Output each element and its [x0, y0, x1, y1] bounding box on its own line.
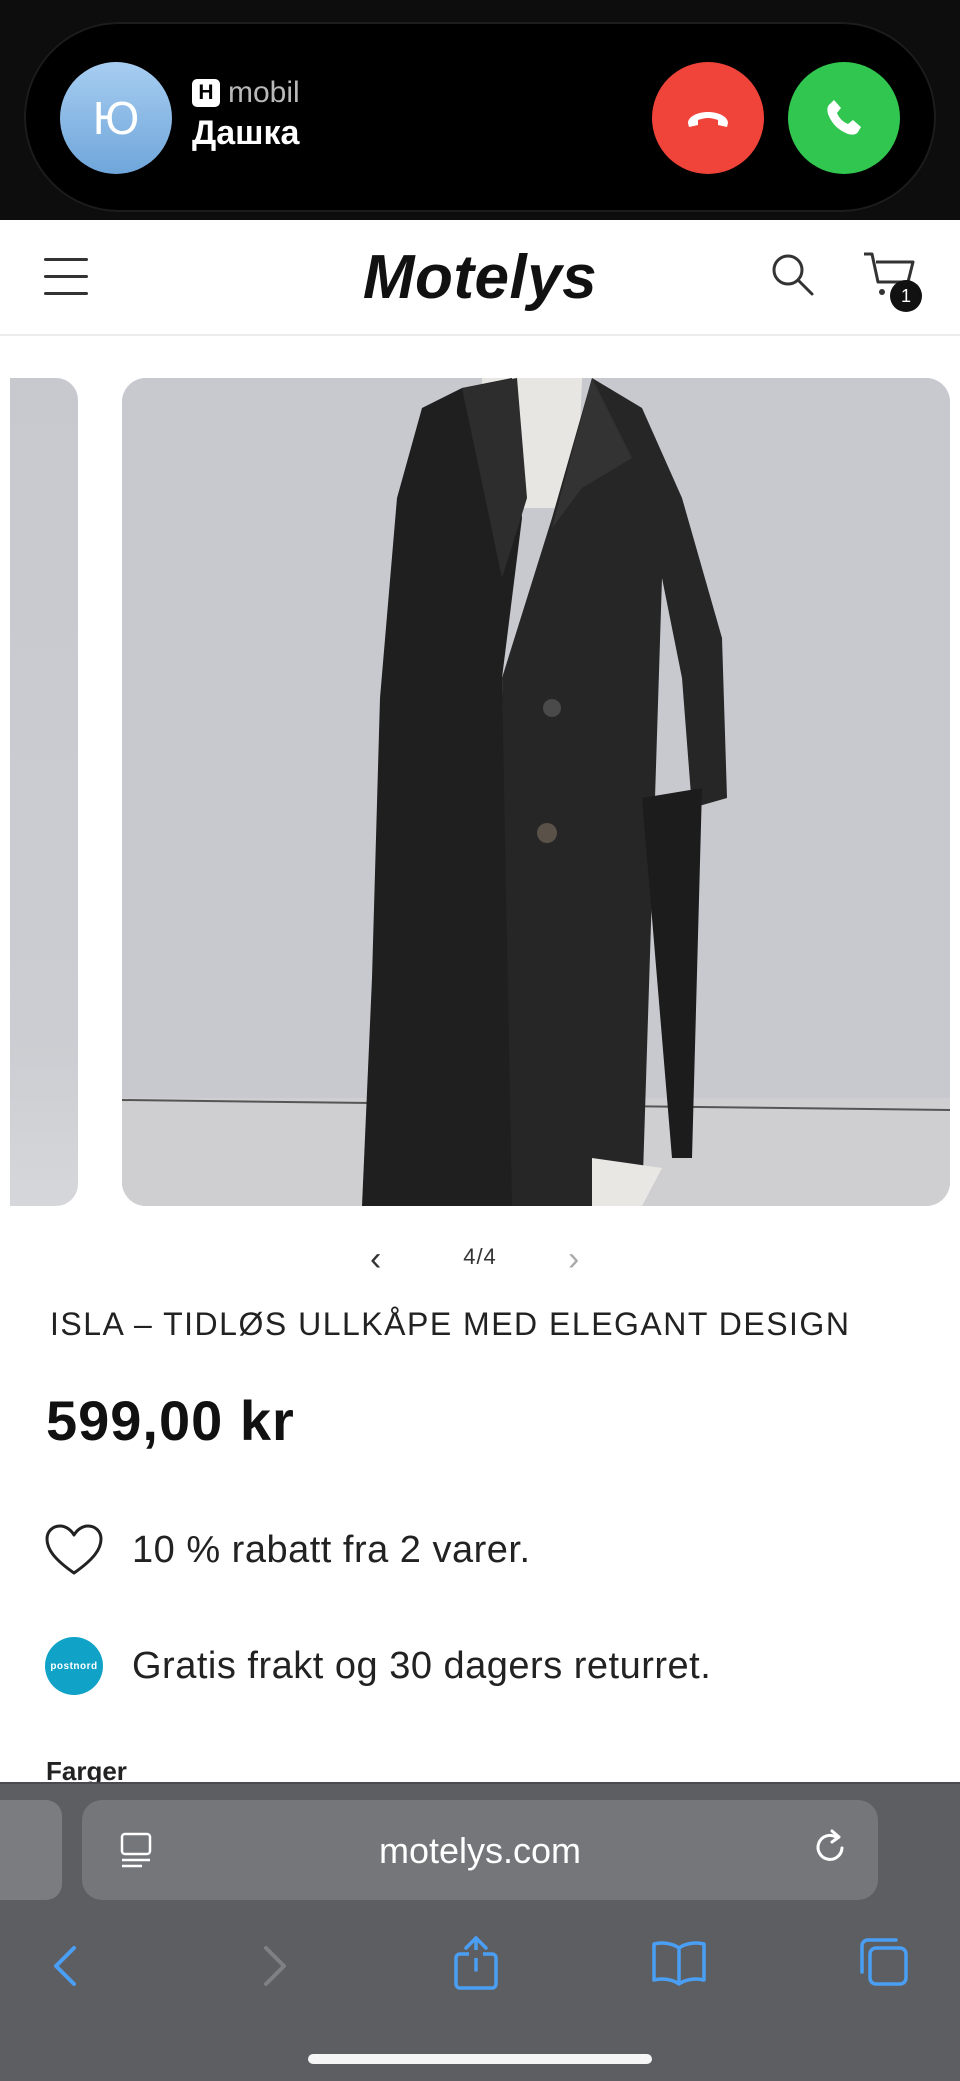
- caller-name: Дашка: [192, 114, 300, 152]
- browser-toolbar: [0, 1932, 960, 2012]
- product-image[interactable]: [122, 378, 950, 1206]
- caller-info: H mobil Дашка: [192, 76, 300, 153]
- url-text: motelys.com: [378, 1830, 582, 1871]
- search-icon[interactable]: [768, 250, 816, 303]
- address-bar[interactable]: motelys.com: [82, 1800, 878, 1900]
- gallery-counter: 4/4: [463, 1244, 497, 1269]
- incoming-call-banner[interactable]: Ю H mobil Дашка: [24, 22, 936, 212]
- postnord-logo: postnord: [44, 1636, 104, 1696]
- source-badge-icon: H: [192, 79, 220, 107]
- reload-icon[interactable]: [808, 1826, 852, 1875]
- status-bar-area: Ю H mobil Дашка: [0, 0, 960, 220]
- accept-call-button[interactable]: [788, 62, 900, 174]
- forward-icon[interactable]: [254, 1942, 294, 1995]
- back-icon[interactable]: [46, 1942, 86, 1995]
- product-title: ISLA – TIDLØS ULLKÅPE MED ELEGANT DESIGN: [50, 1306, 851, 1342]
- site-logo[interactable]: Motelys: [0, 242, 960, 313]
- gallery-pagination: ‹ 4/4 ›: [0, 1236, 960, 1279]
- phone-hangup-icon: [688, 112, 728, 127]
- caller-avatar: Ю: [60, 62, 172, 174]
- postnord-logo-text: postnord: [45, 1637, 103, 1695]
- discount-perk-text: 10 % rabatt fra 2 varer.: [132, 1528, 531, 1571]
- decline-call-button[interactable]: [652, 62, 764, 174]
- avatar-initial: Ю: [92, 92, 140, 144]
- previous-slide-image[interactable]: [10, 378, 78, 1206]
- discount-perk: 10 % rabatt fra 2 varer.: [44, 1520, 531, 1580]
- source-label: mobil: [228, 76, 300, 109]
- gallery-next-button[interactable]: ›: [568, 1240, 579, 1279]
- previous-tab-preview[interactable]: [0, 1800, 62, 1900]
- site-header: Motelys 1: [0, 220, 960, 336]
- home-indicator[interactable]: [308, 2054, 652, 2064]
- product-price: 599,00 kr: [46, 1389, 295, 1452]
- phone-icon: [827, 100, 861, 135]
- share-icon[interactable]: [452, 1934, 500, 1997]
- shipping-perk: postnord Gratis frakt og 30 dagers retur…: [44, 1636, 711, 1696]
- tabs-icon[interactable]: [856, 1936, 910, 1993]
- heart-icon: [44, 1520, 104, 1580]
- coat-image: [122, 378, 950, 1206]
- caller-source: H mobil: [192, 76, 300, 110]
- shipping-perk-text: Gratis frakt og 30 dagers returret.: [132, 1644, 712, 1687]
- bookmarks-icon[interactable]: [650, 1938, 708, 1991]
- product-gallery[interactable]: [0, 378, 960, 1206]
- browser-chrome: motelys.com: [0, 1782, 960, 2081]
- cart-count-badge: 1: [890, 280, 922, 312]
